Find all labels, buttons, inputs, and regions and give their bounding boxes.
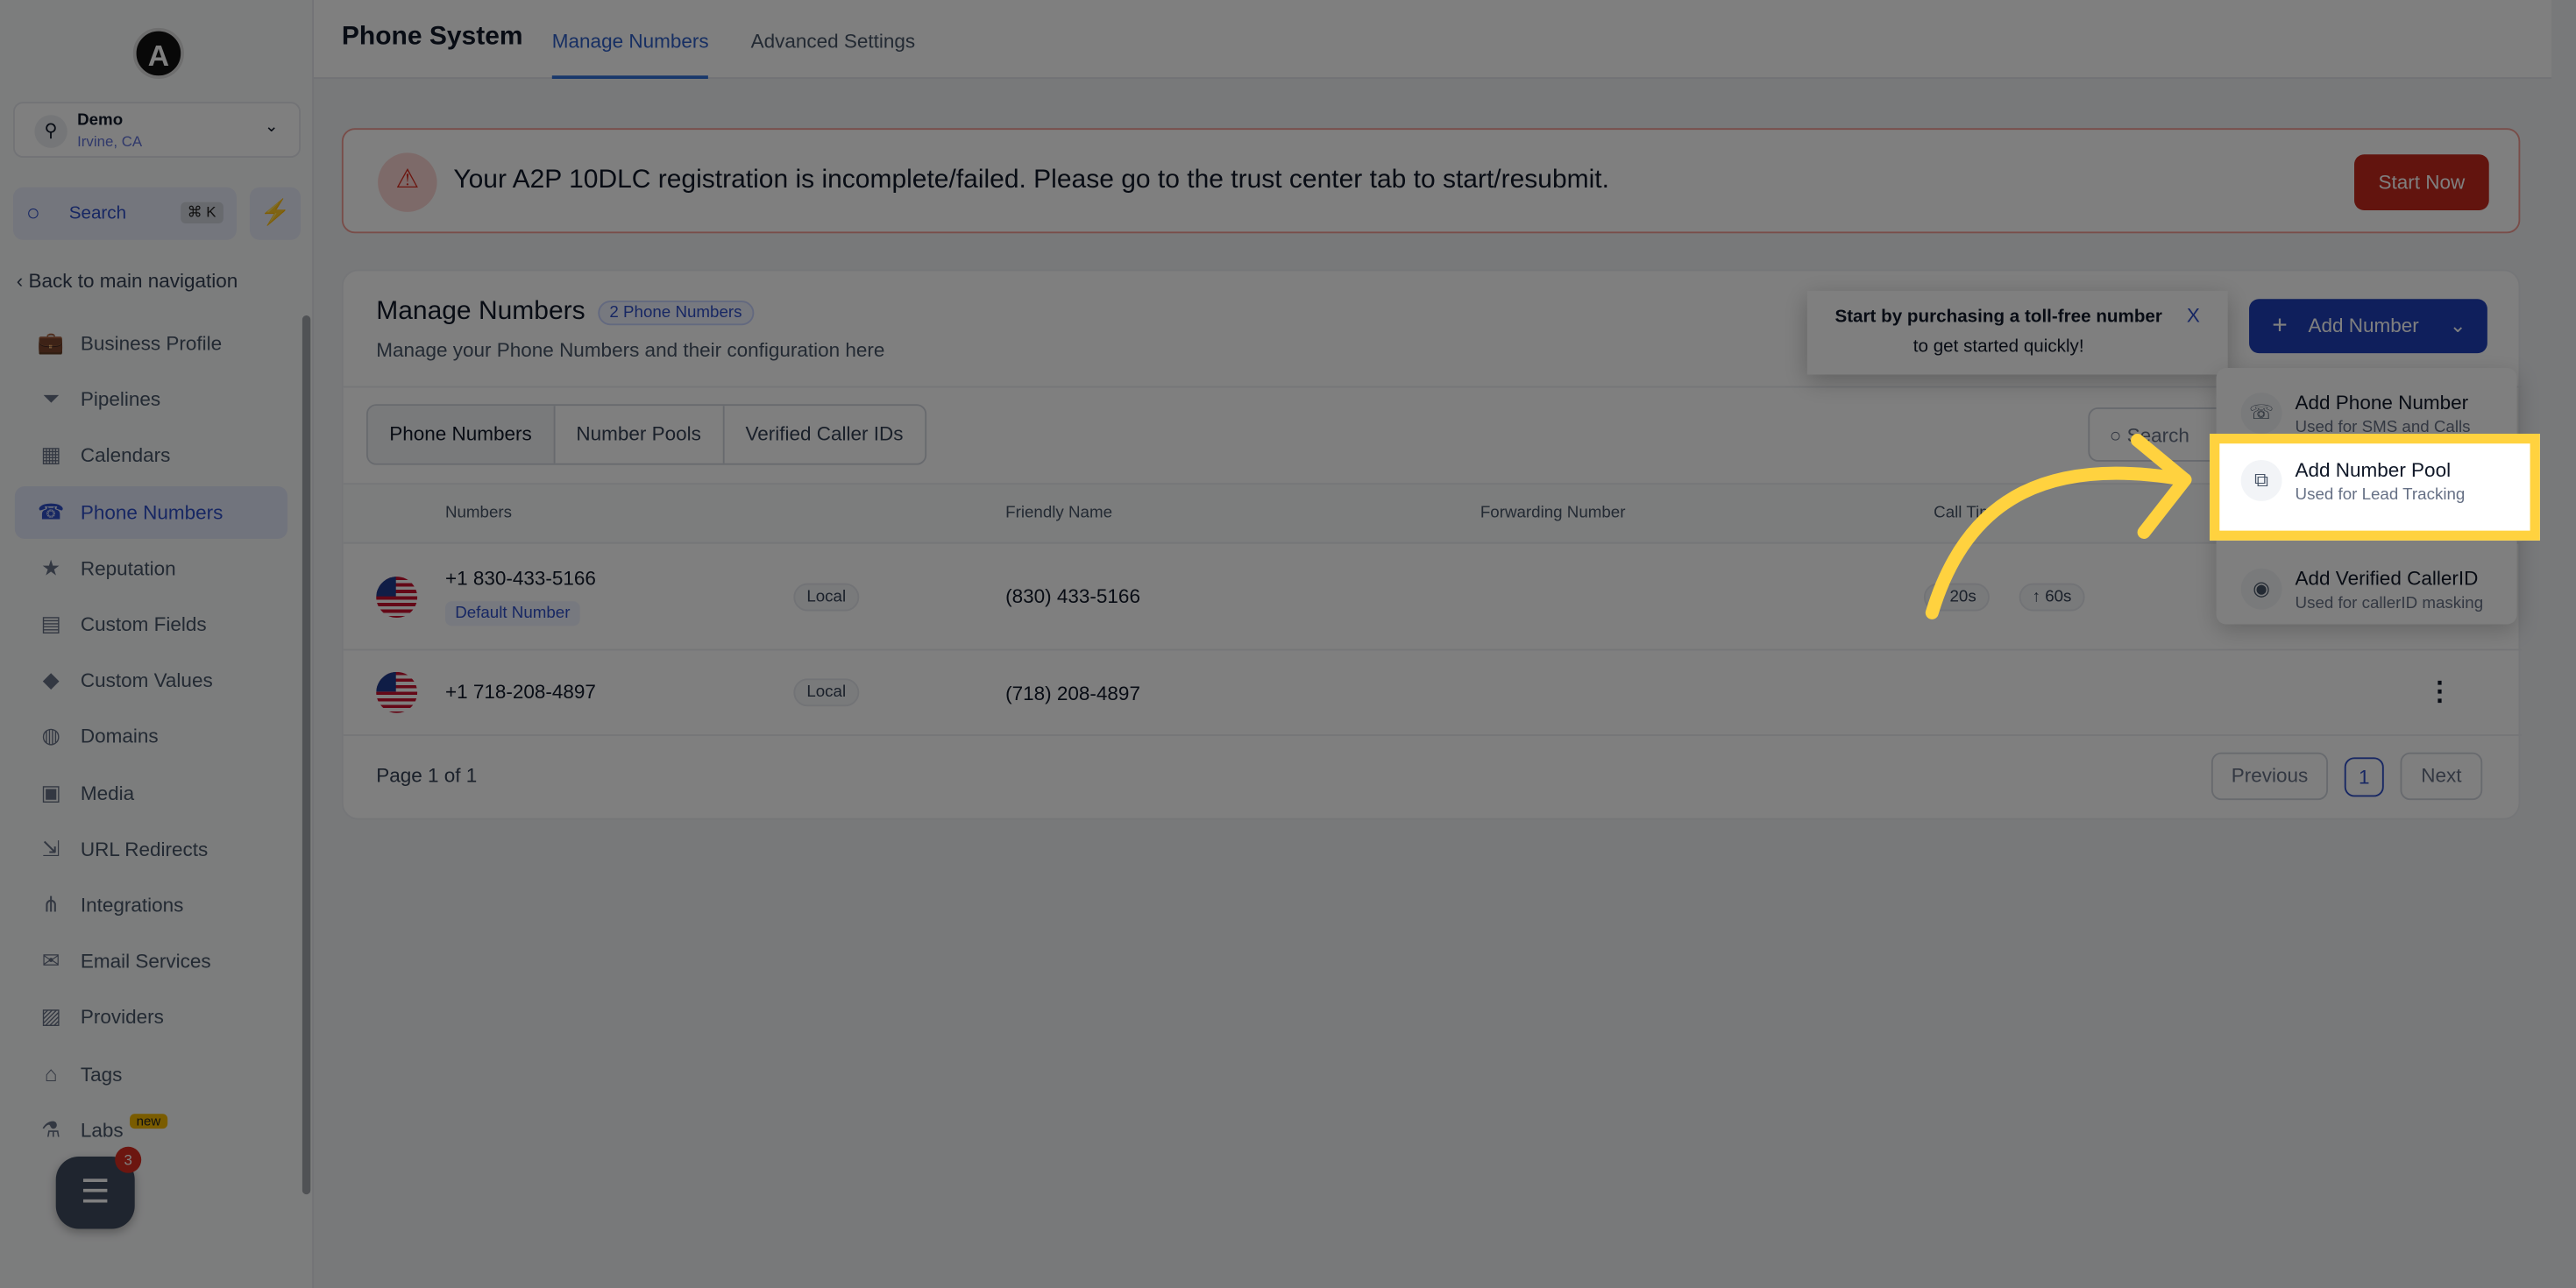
pointer-arrow-icon bbox=[1925, 434, 2192, 619]
